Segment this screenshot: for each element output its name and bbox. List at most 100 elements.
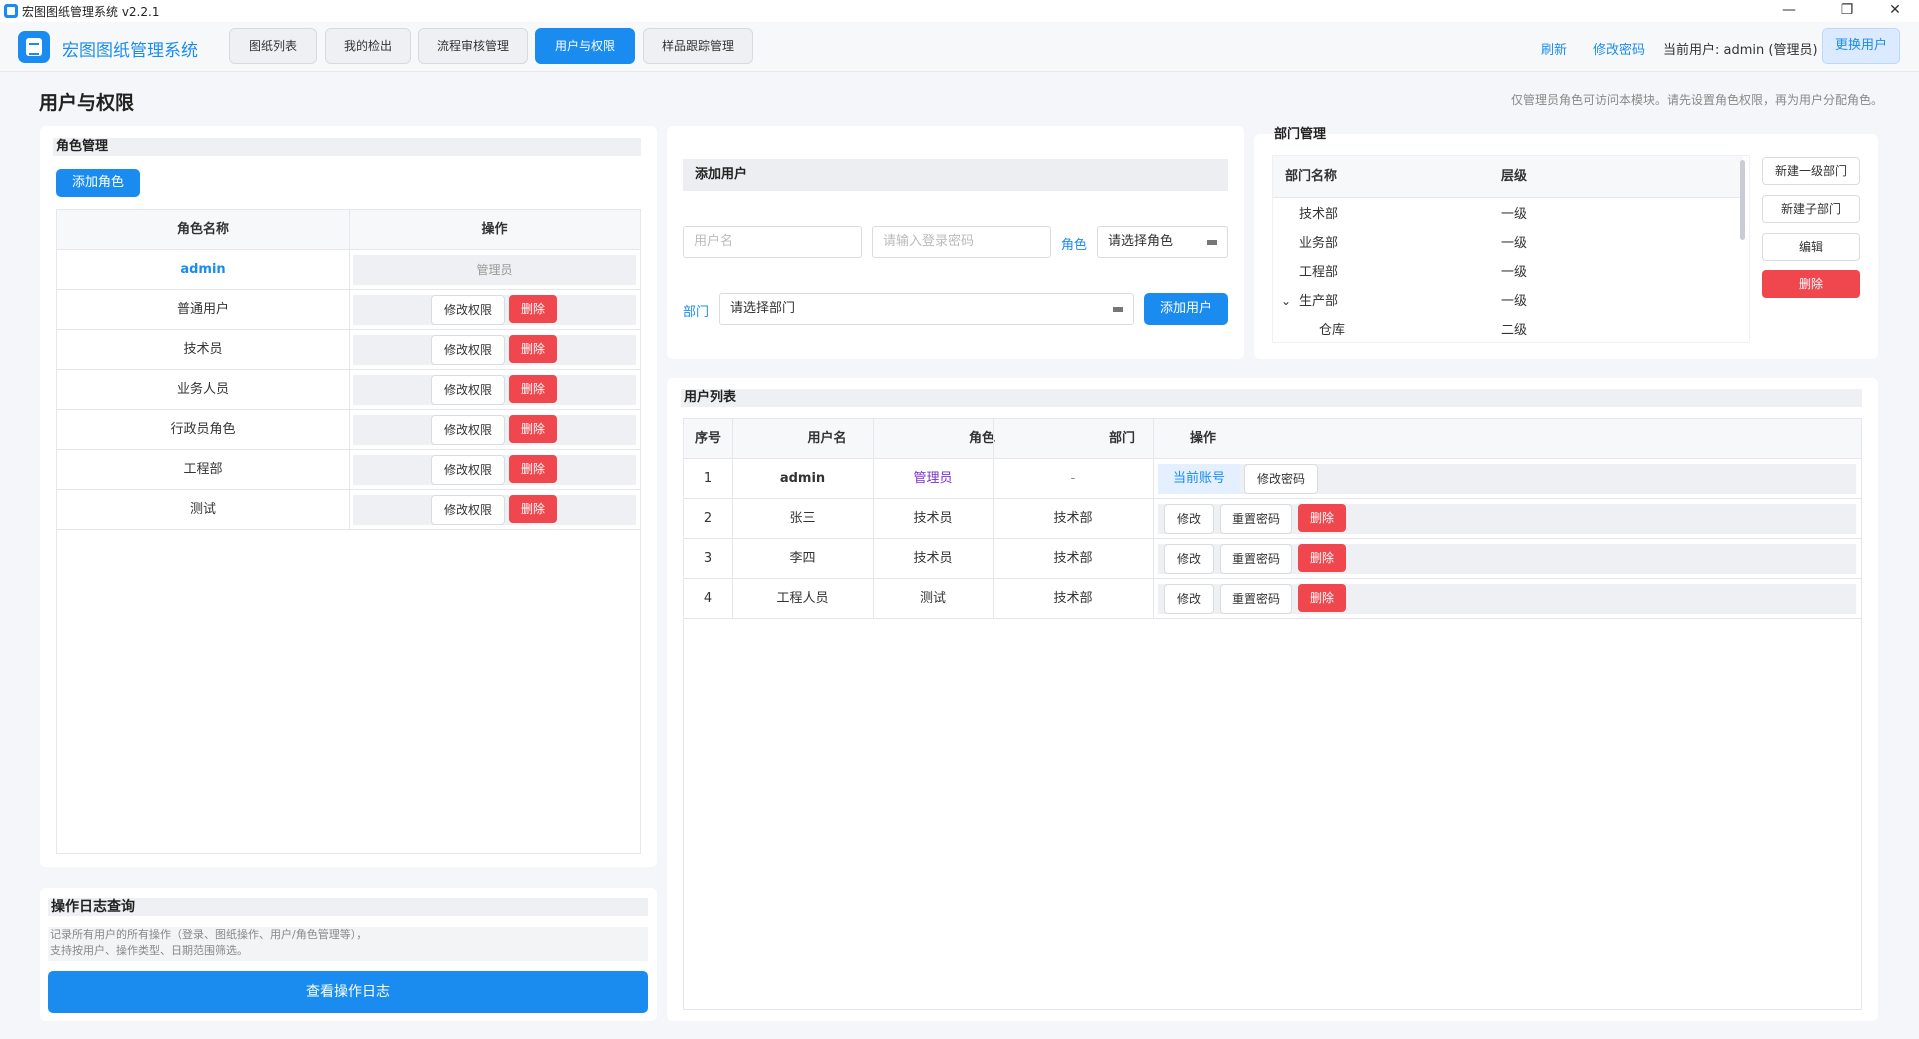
role-table: 角色名称 操作 admin 管理员 普通用户 修改权限 删除 技术员 修改权限 … [56, 209, 641, 854]
user-actions: 当前账号 修改密码 [1158, 464, 1856, 494]
role-select[interactable]: 请选择角色 [1097, 226, 1228, 258]
user-index: 3 [703, 551, 713, 566]
app-header: 宏图图纸管理系统 图纸列表 我的检出 流程审核管理 用户与权限 样品跟踪管理 刷… [0, 22, 1919, 72]
edit-user-button[interactable]: 修改 [1164, 504, 1214, 534]
dept-level: 一级 [1501, 236, 1528, 251]
dept-row[interactable]: 业务部 一级 [1273, 229, 1743, 258]
col-index: 序号 [694, 431, 721, 446]
view-log-button[interactable]: 查看操作日志 [48, 971, 648, 1013]
delete-user-button[interactable]: 删除 [1298, 504, 1346, 532]
role-name: admin [180, 262, 226, 277]
user-role: 技术员 [913, 511, 953, 526]
edit-permission-button[interactable]: 修改权限 [431, 415, 505, 445]
role-section-title: 角色管理 [53, 138, 641, 156]
current-user-label: 当前用户: admin (管理员) [1663, 43, 1818, 58]
window-titlebar: 宏图图纸管理系统 v2.2.1 — ❐ ✕ [0, 0, 1919, 22]
user-name: 李四 [789, 551, 816, 566]
role-actions: 修改权限 删除 [353, 415, 636, 445]
tab-my-checkouts[interactable]: 我的检出 [325, 28, 411, 64]
dept-row[interactable]: 工程部 一级 [1273, 258, 1743, 287]
log-description: 记录所有用户的所有操作（登录、图纸操作、用户/角色管理等）， 支持按用户、操作类… [48, 927, 648, 961]
change-password-button[interactable]: 修改密码 [1244, 464, 1318, 494]
delete-role-button[interactable]: 删除 [509, 415, 557, 443]
close-icon[interactable]: ✕ [1872, 0, 1918, 22]
col-dept-level: 层级 [1501, 169, 1528, 184]
password-input[interactable]: 请输入登录密码 [872, 226, 1051, 258]
user-name: admin [779, 471, 826, 486]
edit-permission-button[interactable]: 修改权限 [431, 455, 505, 485]
page-hint: 仅管理员角色可访问本模块。请先设置角色权限，再为用户分配角色。 [1510, 93, 1883, 107]
change-password-link[interactable]: 修改密码 [1593, 39, 1645, 58]
add-user-title: 添加用户 [683, 159, 1228, 191]
role-name: 行政员角色 [170, 422, 236, 437]
switch-user-button[interactable]: 更换用户 [1822, 28, 1900, 64]
tab-users-permissions[interactable]: 用户与权限 [535, 28, 635, 64]
new-top-dept-button[interactable]: 新建一级部门 [1762, 157, 1860, 185]
dept-row[interactable]: 仓库 二级 [1273, 316, 1743, 342]
tab-sample-tracking[interactable]: 样品跟踪管理 [643, 28, 753, 64]
user-list-title: 用户列表 [681, 389, 1862, 407]
username-input[interactable]: 用户名 [683, 226, 862, 258]
add-role-button[interactable]: 添加角色 [56, 169, 140, 197]
dept-row[interactable]: 技术部 一级 [1273, 200, 1743, 229]
tab-workflow-review[interactable]: 流程审核管理 [418, 28, 528, 64]
edit-permission-button[interactable]: 修改权限 [431, 495, 505, 525]
tab-drawing-list[interactable]: 图纸列表 [229, 28, 317, 64]
app-logo-icon [18, 31, 50, 63]
delete-role-button[interactable]: 删除 [509, 335, 557, 363]
role-name: 普通用户 [176, 302, 229, 317]
delete-role-button[interactable]: 删除 [509, 375, 557, 403]
reset-password-button[interactable]: 重置密码 [1220, 504, 1292, 534]
delete-dept-button[interactable]: 删除 [1762, 270, 1860, 298]
dept-label: 部门 [683, 305, 710, 320]
add-user-button[interactable]: 添加用户 [1144, 293, 1228, 325]
table-row: admin 管理员 [57, 250, 640, 290]
table-row: 4 工程人员 测试 技术部 修改 重置密码 删除 [684, 579, 1861, 619]
dept-scrollbar[interactable] [1740, 160, 1745, 240]
edit-permission-button[interactable]: 修改权限 [431, 375, 505, 405]
new-child-dept-button[interactable]: 新建子部门 [1762, 195, 1860, 223]
refresh-link[interactable]: 刷新 [1541, 39, 1567, 58]
col-role-actions: 操作 [481, 222, 508, 237]
minimize-icon[interactable]: — [1766, 0, 1812, 22]
dept-name: 业务部 [1299, 236, 1339, 251]
role-name: 工程部 [183, 462, 223, 477]
role-name: 业务人员 [176, 382, 229, 397]
delete-role-button[interactable]: 删除 [509, 495, 557, 523]
delete-user-button[interactable]: 删除 [1298, 544, 1346, 572]
edit-user-button[interactable]: 修改 [1164, 584, 1214, 614]
dept-name: 工程部 [1299, 265, 1339, 280]
delete-role-button[interactable]: 删除 [509, 455, 557, 483]
edit-dept-button[interactable]: 编辑 [1762, 233, 1860, 261]
edit-user-button[interactable]: 修改 [1164, 544, 1214, 574]
dept-section-title: 部门管理 [1274, 127, 1327, 142]
user-dept: 技术部 [1053, 591, 1093, 606]
dept-name: 生产部 [1299, 294, 1339, 309]
role-actions: 修改权限 删除 [353, 455, 636, 485]
dept-level: 一级 [1501, 265, 1528, 280]
user-dept: 技术部 [1053, 511, 1093, 526]
role-actions: 修改权限 删除 [353, 295, 636, 325]
role-actions: 修改权限 删除 [353, 495, 636, 525]
dept-row[interactable]: ⌄ 生产部 一级 [1273, 287, 1743, 316]
delete-role-button[interactable]: 删除 [509, 295, 557, 323]
user-name: 张三 [789, 511, 816, 526]
col-role: 角色 [968, 431, 995, 446]
reset-password-button[interactable]: 重置密码 [1220, 584, 1292, 614]
dept-level: 一级 [1501, 207, 1528, 222]
user-table-header: 序号 用户名 角色 部门 操作 [684, 419, 1861, 459]
edit-permission-button[interactable]: 修改权限 [431, 335, 505, 365]
user-actions: 修改 重置密码 删除 [1158, 544, 1856, 574]
dept-select-value: 请选择部门 [730, 301, 796, 316]
delete-user-button[interactable]: 删除 [1298, 584, 1346, 612]
role-name: 技术员 [183, 342, 223, 357]
chevron-down-icon[interactable]: ⌄ [1281, 287, 1291, 316]
restore-icon[interactable]: ❐ [1824, 0, 1870, 22]
dept-select[interactable]: 请选择部门 [719, 293, 1134, 325]
user-dept: - [1070, 471, 1076, 486]
table-row: 普通用户 修改权限 删除 [57, 290, 640, 330]
reset-password-button[interactable]: 重置密码 [1220, 544, 1292, 574]
dept-name: 仓库 [1319, 323, 1346, 338]
dept-level: 二级 [1501, 323, 1528, 338]
edit-permission-button[interactable]: 修改权限 [431, 295, 505, 325]
